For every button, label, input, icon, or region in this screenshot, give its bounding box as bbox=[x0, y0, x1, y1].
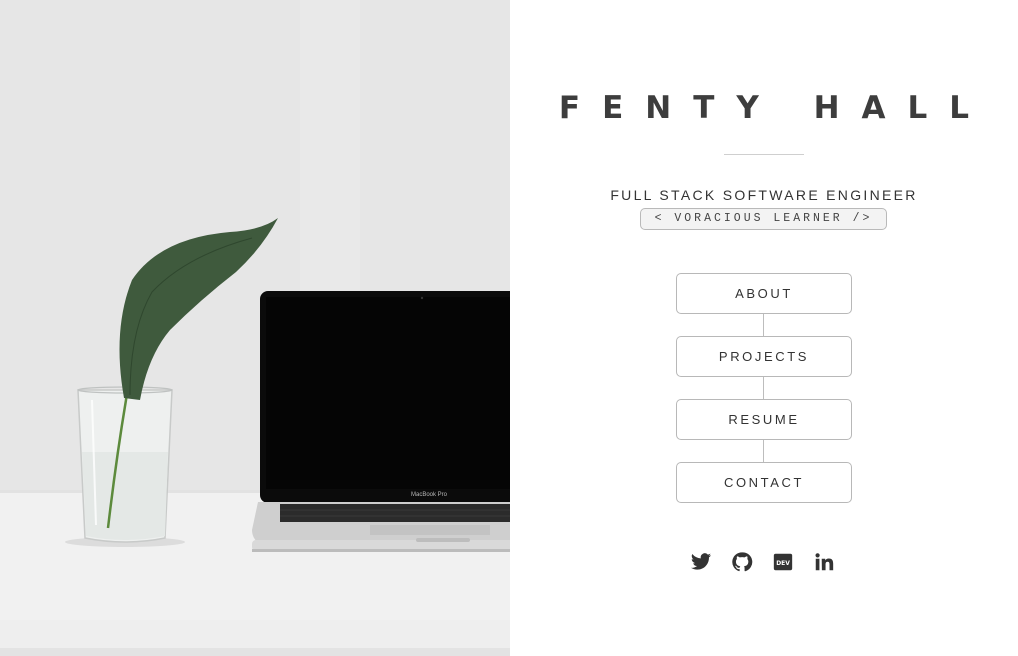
laptop-label: MacBook Pro bbox=[411, 492, 448, 498]
projects-button[interactable]: PROJECTS bbox=[676, 336, 852, 377]
svg-text:DEV: DEV bbox=[776, 560, 790, 567]
profile-name: FENTY HALL bbox=[558, 90, 992, 126]
about-button[interactable]: ABOUT bbox=[676, 273, 852, 314]
social-links: DEV bbox=[690, 551, 835, 573]
github-icon[interactable] bbox=[731, 551, 753, 573]
intro-panel: FENTY HALL FULL STACK SOFTWARE ENGINEER … bbox=[510, 0, 1018, 656]
linkedin-icon[interactable] bbox=[813, 551, 835, 573]
profile-role: FULL STACK SOFTWARE ENGINEER bbox=[610, 187, 918, 203]
twitter-icon[interactable] bbox=[690, 551, 712, 573]
resume-button[interactable]: RESUME bbox=[676, 399, 852, 440]
dev-icon[interactable]: DEV bbox=[772, 551, 794, 573]
title-divider bbox=[724, 154, 804, 155]
hero-photo: MacBook Pro bbox=[0, 0, 510, 656]
contact-button[interactable]: CONTACT bbox=[676, 462, 852, 503]
profile-tagline: < VORACIOUS LEARNER /> bbox=[640, 208, 887, 230]
